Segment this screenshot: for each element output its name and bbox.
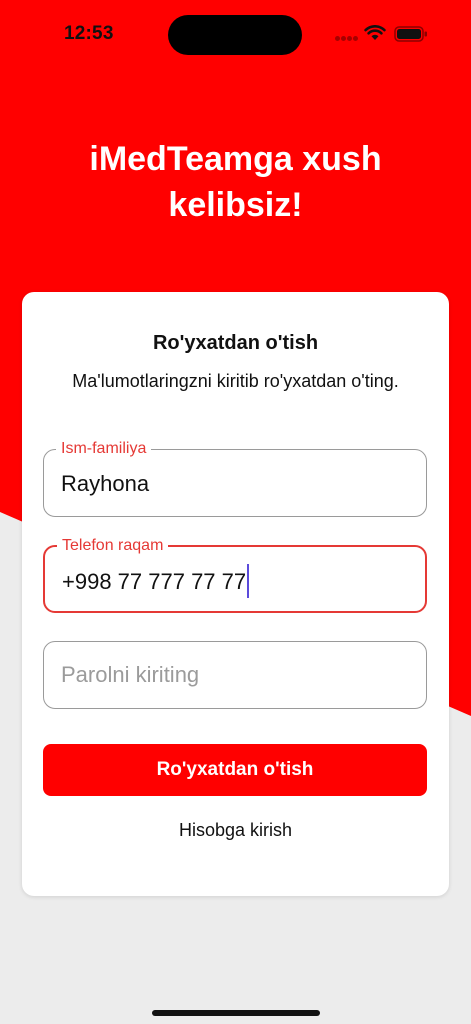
welcome-line-2: kelibsiz!: [168, 186, 303, 224]
password-input[interactable]: [61, 662, 401, 688]
dynamic-island: [168, 15, 302, 55]
name-field-value[interactable]: Rayhona: [61, 471, 149, 497]
text-caret: [247, 564, 250, 598]
home-indicator: [152, 1010, 320, 1016]
cellular-signal-icon: [335, 36, 359, 44]
status-time: 12:53: [64, 23, 114, 44]
status-bar: 12:53: [0, 0, 471, 60]
phone-field-value[interactable]: +998 77 777 77 77: [62, 569, 246, 594]
name-field[interactable]: Ism-familiya Rayhona: [43, 439, 427, 517]
register-button[interactable]: Ro'yxatdan o'tish: [43, 744, 427, 796]
wifi-icon: [364, 25, 386, 40]
welcome-heading: iMedTeamga xush kelibsiz!: [40, 136, 431, 228]
phone-field-value-wrap[interactable]: +998 77 777 77 77: [62, 564, 250, 598]
name-field-label: Ism-familiya: [56, 439, 152, 459]
phone-field[interactable]: Telefon raqam +998 77 777 77 77: [43, 536, 427, 613]
card-subtitle: Ma'lumotlaringzni kiritib ro'yxatdan o't…: [72, 371, 399, 391]
phone-field-label: Telefon raqam: [57, 536, 169, 556]
password-field[interactable]: [43, 641, 427, 709]
login-link[interactable]: Hisobga kirish: [22, 820, 449, 841]
battery-icon: [394, 26, 427, 42]
welcome-line-1: iMedTeamga xush: [89, 140, 382, 178]
card-title: Ro'yxatdan o'tish: [152, 332, 319, 354]
registration-card: Ro'yxatdan o'tish Ma'lumotlaringzni kiri…: [22, 292, 449, 896]
